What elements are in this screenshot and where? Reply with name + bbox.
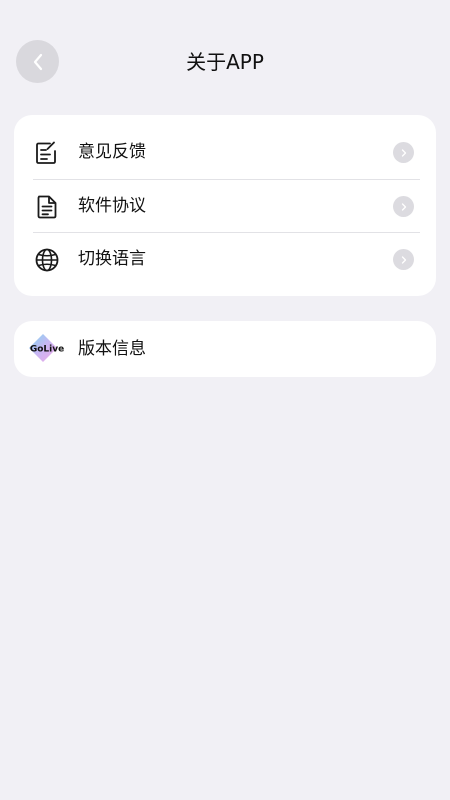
menu-item-feedback[interactable]: 意见反馈 (14, 126, 436, 179)
menu-item-label: 软件协议 (78, 196, 146, 216)
version-info-card[interactable]: GoLive 版本信息 (14, 321, 436, 377)
golive-logo: GoLive (29, 334, 64, 362)
chevron-right-icon (393, 196, 414, 217)
globe-icon (35, 248, 59, 272)
header: 关于APP (0, 0, 450, 110)
version-info-label: 版本信息 (78, 339, 146, 359)
chevron-right-icon (393, 142, 414, 163)
menu-item-label: 意见反馈 (78, 142, 146, 162)
svg-text:GoLive: GoLive (30, 345, 64, 355)
settings-menu-card: 意见反馈 软件协议 切换语言 (14, 115, 436, 296)
menu-item-language[interactable]: 切换语言 (14, 233, 436, 286)
page-title: 关于APP (186, 50, 264, 74)
menu-item-label: 切换语言 (78, 249, 146, 269)
document-icon (37, 195, 57, 219)
chevron-right-icon (393, 249, 414, 270)
menu-item-agreement[interactable]: 软件协议 (14, 180, 436, 233)
feedback-edit-icon (36, 141, 56, 164)
